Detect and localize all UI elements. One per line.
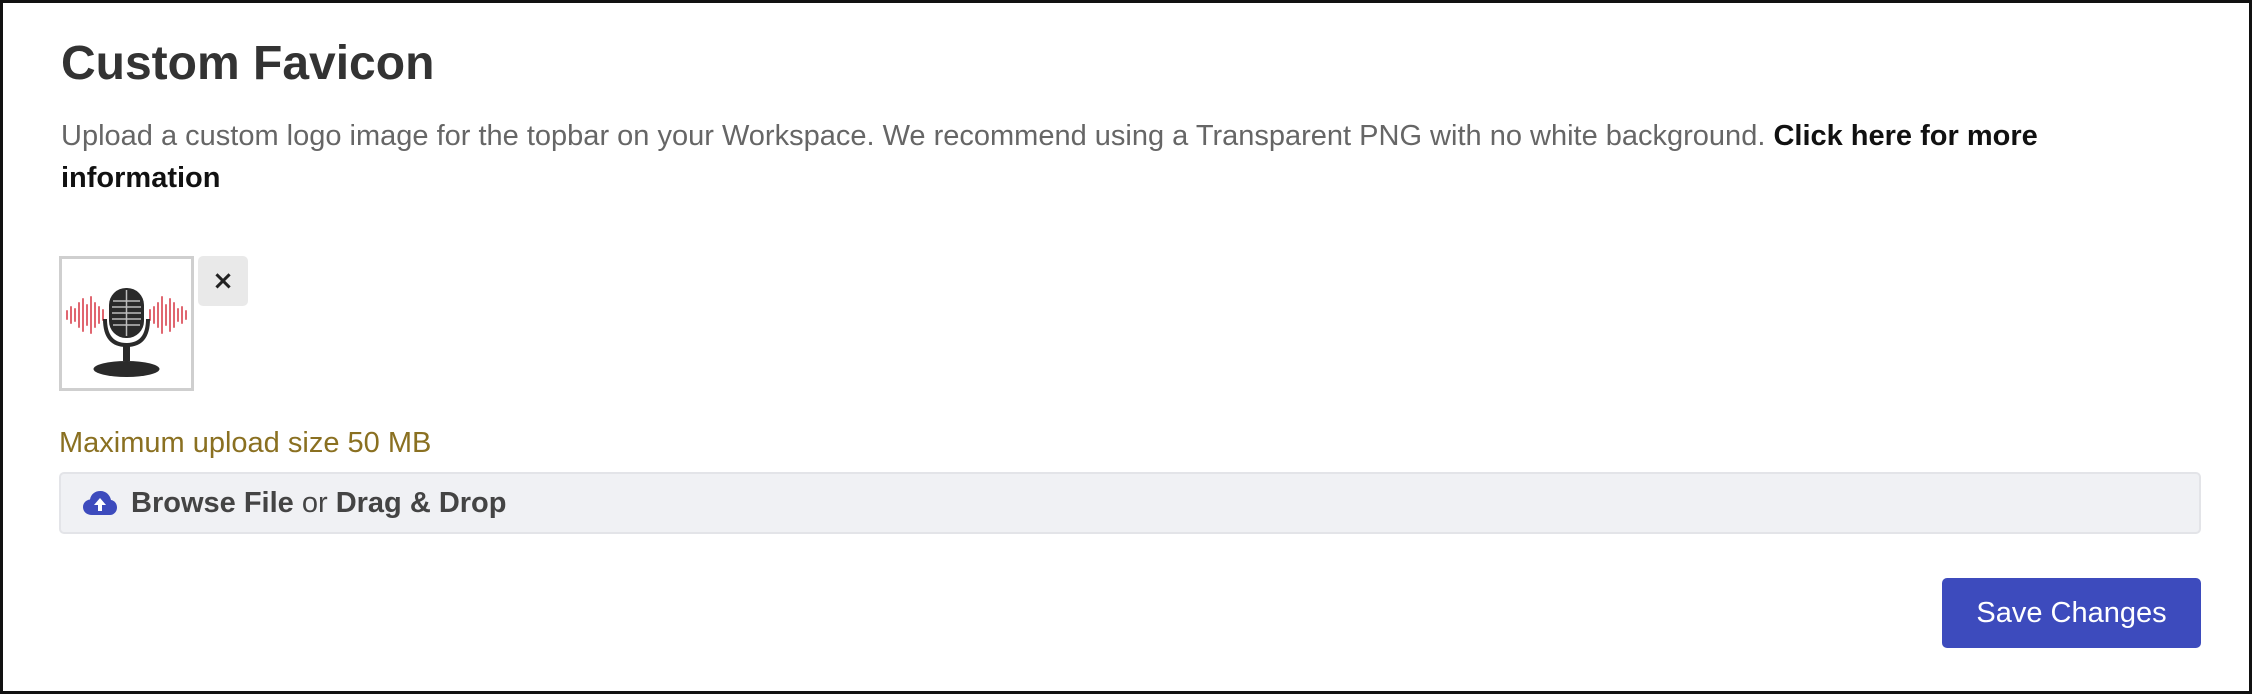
microphone-icon <box>93 288 160 377</box>
description-text: Upload a custom logo image for the topba… <box>61 120 1766 152</box>
dropzone-label: Browse File or Drag & Drop <box>131 487 507 520</box>
settings-panel: Custom Favicon Upload a custom logo imag… <box>0 0 2252 694</box>
file-dropzone[interactable]: Browse File or Drag & Drop <box>59 472 2201 534</box>
microphone-logo-icon <box>66 288 187 377</box>
or-text: or <box>301 486 328 519</box>
cloud-upload-icon <box>83 491 117 515</box>
remove-image-button[interactable]: × <box>198 256 248 306</box>
browse-file-link[interactable]: Browse File <box>131 487 294 519</box>
drag-drop-label: Drag & Drop <box>335 486 507 519</box>
favicon-preview <box>59 256 194 391</box>
section-description: Upload a custom logo image for the topba… <box>61 115 2151 199</box>
save-changes-button[interactable]: Save Changes <box>1942 578 2201 648</box>
section-title: Custom Favicon <box>61 37 435 90</box>
max-upload-size: Maximum upload size 50 MB <box>59 427 432 459</box>
close-icon: × <box>212 266 234 296</box>
